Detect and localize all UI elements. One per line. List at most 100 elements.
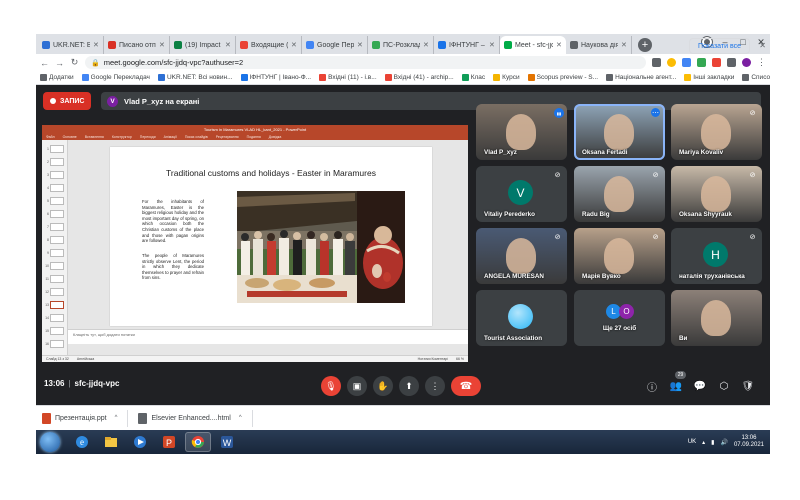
tab-close-icon[interactable]: ✕ bbox=[621, 41, 627, 49]
participant-tile[interactable]: Ннаталія труханівська ⊘ bbox=[671, 228, 762, 284]
forward-icon[interactable]: → bbox=[55, 58, 64, 68]
address-bar[interactable]: 🔒 meet.google.com/sfc-jjdq-vpc?authuser=… bbox=[85, 56, 646, 69]
slide-thumbnail[interactable]: 16 bbox=[44, 339, 64, 348]
ribbon-tab[interactable]: Конструктор bbox=[112, 135, 132, 139]
slide-thumbnail[interactable]: 4 bbox=[44, 183, 64, 192]
bookmark-item[interactable]: Вхідні (41) - archip... bbox=[384, 74, 454, 81]
slide-thumbnail[interactable]: 10 bbox=[44, 261, 64, 270]
bookmark-item[interactable]: ІФНТУНГ | Івано-Ф... bbox=[240, 74, 311, 81]
network-icon[interactable]: ▮ bbox=[711, 439, 714, 446]
browser-tab[interactable]: Meet - sfc-jjd ✕ bbox=[500, 36, 566, 54]
taskbar-chrome-icon[interactable] bbox=[185, 432, 211, 452]
slide-thumbnail[interactable]: 3 bbox=[44, 170, 64, 179]
participant-tile[interactable]: V Vitaliy Perederko ⊘ bbox=[476, 166, 567, 222]
ribbon-tab[interactable]: Показ слайдів bbox=[185, 135, 208, 139]
chat-icon[interactable]: 💬 bbox=[694, 380, 706, 392]
bookmark-item[interactable]: Додатки bbox=[40, 74, 74, 81]
browser-tab[interactable]: Писано отправ✕ bbox=[104, 36, 170, 54]
slide-thumbnail[interactable]: 6 bbox=[44, 209, 64, 218]
camera-icon[interactable] bbox=[652, 58, 661, 67]
new-tab-button[interactable]: + bbox=[638, 38, 652, 52]
download-item[interactable]: Elsevier Enhanced....html ^ bbox=[138, 409, 253, 427]
browser-tab[interactable]: Входящие (9) -✕ bbox=[236, 36, 302, 54]
slide-thumbnail[interactable]: 12 bbox=[44, 287, 64, 296]
leave-call-button[interactable]: ☎ bbox=[451, 376, 481, 396]
ribbon-tab[interactable]: Анімації bbox=[164, 135, 177, 139]
bookmark-item[interactable]: Клас bbox=[461, 74, 485, 81]
taskbar-ie-icon[interactable]: e bbox=[69, 432, 95, 452]
more-options-icon[interactable]: ⋯ bbox=[651, 108, 660, 117]
bookmark-item[interactable]: Google Перекладач bbox=[81, 74, 150, 81]
puzzle-icon[interactable] bbox=[727, 58, 736, 67]
activities-icon[interactable]: ⬡ bbox=[718, 380, 730, 392]
ribbon-tab[interactable]: Файл bbox=[46, 135, 55, 139]
participant-tile[interactable]: ANGELA MURESAN ⊘ bbox=[476, 228, 567, 284]
browser-tab[interactable]: Наукова діяльн✕ bbox=[566, 36, 632, 54]
participant-tile[interactable]: Марія Вувко ⊘ bbox=[574, 228, 665, 284]
slide-thumbnail[interactable]: 7 bbox=[44, 222, 64, 231]
bookmark-item[interactable]: Вхідні (11) - і.в... bbox=[319, 74, 377, 81]
participant-tile[interactable]: Mariya Kovaliv ⊘ bbox=[671, 104, 762, 160]
participant-tile[interactable]: Radu Big ⊘ bbox=[574, 166, 665, 222]
slide-thumbnail[interactable]: 13 bbox=[44, 300, 64, 309]
chevron-up-icon[interactable]: ^ bbox=[239, 415, 242, 421]
slide-thumbnail[interactable]: 14 bbox=[44, 313, 64, 322]
close-shelf-icon[interactable]: ✕ bbox=[759, 41, 766, 50]
tab-close-icon[interactable]: ✕ bbox=[357, 41, 363, 49]
slide-thumbnail[interactable]: 1 bbox=[44, 144, 64, 153]
tab-close-icon[interactable]: ✕ bbox=[291, 41, 297, 49]
slide-thumbnail[interactable]: 8 bbox=[44, 235, 64, 244]
ribbon-tab[interactable]: Рецензування bbox=[216, 135, 239, 139]
volume-icon[interactable]: 🔊 bbox=[720, 439, 727, 446]
taskbar-media-icon[interactable] bbox=[127, 432, 153, 452]
notes-pane[interactable]: Клацніть тут, щоб додати нотатки bbox=[68, 329, 468, 344]
ribbon-tab[interactable]: Подання bbox=[247, 135, 261, 139]
bookmark-item[interactable]: Scopus preview - S... bbox=[527, 74, 598, 81]
host-controls-icon[interactable]: 🛡 bbox=[742, 380, 755, 392]
browser-tab[interactable]: ІФНТУНГ – кабі✕ bbox=[434, 36, 500, 54]
recording-button[interactable]: ЗАПИС bbox=[43, 92, 92, 110]
slide-thumbnail[interactable]: 2 bbox=[44, 157, 64, 166]
chevron-up-icon[interactable]: ^ bbox=[115, 415, 118, 421]
language-indicator[interactable]: UK bbox=[688, 439, 696, 445]
people-icon[interactable]: 👥 bbox=[670, 380, 682, 392]
browser-tab[interactable]: Google Перевс✕ bbox=[302, 36, 368, 54]
slide-thumbnail[interactable]: 9 bbox=[44, 248, 64, 257]
bookmark-item[interactable]: Список читання bbox=[742, 74, 770, 81]
participant-tile[interactable]: L O Ще 27 осіб bbox=[574, 290, 665, 346]
slide-thumbnail[interactable]: 5 bbox=[44, 196, 64, 205]
extension-icon[interactable] bbox=[682, 58, 691, 67]
tab-close-icon[interactable]: ✕ bbox=[556, 41, 562, 49]
camera-button[interactable]: ▣ bbox=[347, 376, 367, 396]
taskbar-explorer-icon[interactable] bbox=[98, 432, 124, 452]
browser-tab[interactable]: ПС-Розклад v.2✕ bbox=[368, 36, 434, 54]
raise-hand-button[interactable]: ✋ bbox=[373, 376, 393, 396]
ribbon-tab[interactable]: Основне bbox=[63, 135, 77, 139]
tab-close-icon[interactable]: ✕ bbox=[423, 41, 429, 49]
bookmark-item[interactable]: UKR.NET: Всі новин... bbox=[157, 74, 233, 81]
taskbar-word-icon[interactable]: W bbox=[214, 432, 240, 452]
ribbon-tab[interactable]: Переходи bbox=[140, 135, 156, 139]
tab-close-icon[interactable]: ✕ bbox=[489, 41, 495, 49]
star-icon[interactable] bbox=[667, 58, 676, 67]
url-text[interactable]: meet.google.com/sfc-jjdq-vpc?authuser=2 bbox=[104, 58, 243, 67]
participant-tile[interactable]: Ви bbox=[671, 290, 762, 346]
present-button[interactable]: ⬆ bbox=[399, 376, 419, 396]
ribbon-tab[interactable]: Довідка bbox=[269, 135, 282, 139]
lock-icon[interactable]: 🔒 bbox=[91, 59, 100, 67]
mic-off-button[interactable]: 🎙 bbox=[321, 376, 341, 396]
bookmark-item[interactable]: Курси bbox=[493, 74, 520, 81]
browser-tab[interactable]: (19) Impact of n✕ bbox=[170, 36, 236, 54]
taskbar-powerpoint-icon[interactable]: P bbox=[156, 432, 182, 452]
back-icon[interactable]: ← bbox=[40, 58, 49, 68]
browser-tab[interactable]: UKR.NET: Всі нови✕ bbox=[38, 36, 104, 54]
notes-comments[interactable]: Нотатки Коментарі bbox=[418, 357, 448, 361]
bookmark-item[interactable]: Національне агент... bbox=[606, 74, 676, 81]
ribbon-tab[interactable]: Вставлення bbox=[85, 135, 104, 139]
reload-icon[interactable]: ↻ bbox=[70, 57, 79, 68]
participant-tile[interactable]: Oksana Fertadi ⋯ bbox=[574, 104, 665, 160]
bookmark-item[interactable]: Інші закладки bbox=[684, 74, 734, 81]
participant-tile[interactable]: Oksana Shyyrauk ⊘ bbox=[671, 166, 762, 222]
tab-close-icon[interactable]: ✕ bbox=[93, 41, 99, 49]
clock[interactable]: 13:06 07.09.2021 bbox=[734, 435, 764, 449]
